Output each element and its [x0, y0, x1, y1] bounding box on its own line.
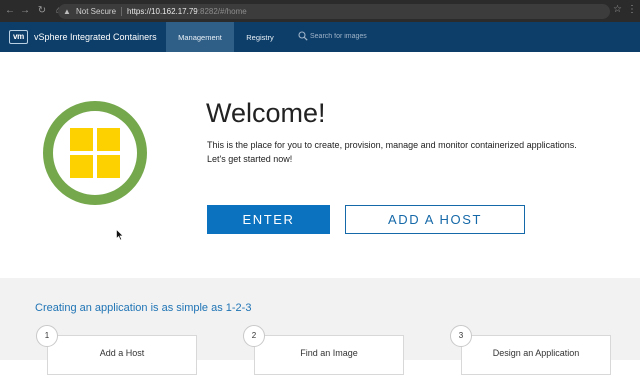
steps-heading: Creating an application is as simple as …: [35, 302, 252, 314]
tab-registry[interactable]: Registry: [234, 22, 286, 52]
step-label: Design an Application: [492, 348, 580, 358]
cursor-icon: [116, 229, 124, 241]
vmware-logo: vm: [9, 30, 28, 44]
star-icon[interactable]: ☆: [613, 4, 623, 16]
welcome-text-line: This is the place for you to create, pro…: [207, 140, 577, 150]
url-divider: [121, 7, 123, 16]
step-label: Find an Image: [300, 348, 358, 358]
step-number: 2: [243, 325, 265, 347]
search-box[interactable]: [298, 31, 400, 41]
step-number: 1: [36, 325, 58, 347]
welcome-description: This is the place for you to create, pro…: [207, 139, 587, 166]
security-label: Not Secure: [76, 7, 117, 16]
search-icon: [298, 31, 308, 41]
vic-logo-icon: [43, 101, 147, 205]
address-bar[interactable]: ▲ Not Secure https://10.162.17.79 :8282/…: [58, 4, 610, 19]
app-header: vm vSphere Integrated Containers Managem…: [0, 22, 640, 52]
step-label: Add a Host: [99, 348, 145, 358]
browser-toolbar: ← → ↻ ⌂ ▲ Not Secure https://10.162.17.7…: [0, 0, 640, 22]
back-icon[interactable]: ←: [4, 5, 16, 17]
tab-management[interactable]: Management: [166, 22, 234, 52]
welcome-text-line: Let's get started now!: [207, 153, 293, 164]
warning-icon: ▲: [63, 6, 71, 16]
search-input[interactable]: [310, 32, 400, 40]
add-host-button[interactable]: ADD A HOST: [345, 205, 525, 234]
url-host: https://10.162.17.79: [127, 7, 198, 16]
app-title: vSphere Integrated Containers: [34, 32, 157, 42]
forward-icon[interactable]: →: [19, 5, 31, 17]
enter-button[interactable]: ENTER: [207, 205, 330, 234]
step-number: 3: [450, 325, 472, 347]
menu-icon[interactable]: ⋮: [627, 4, 637, 16]
steps-section: Creating an application is as simple as …: [0, 278, 640, 375]
url-path: :8282/#/home: [197, 7, 247, 16]
welcome-title: Welcome!: [206, 98, 326, 128]
reload-icon[interactable]: ↻: [36, 5, 48, 17]
